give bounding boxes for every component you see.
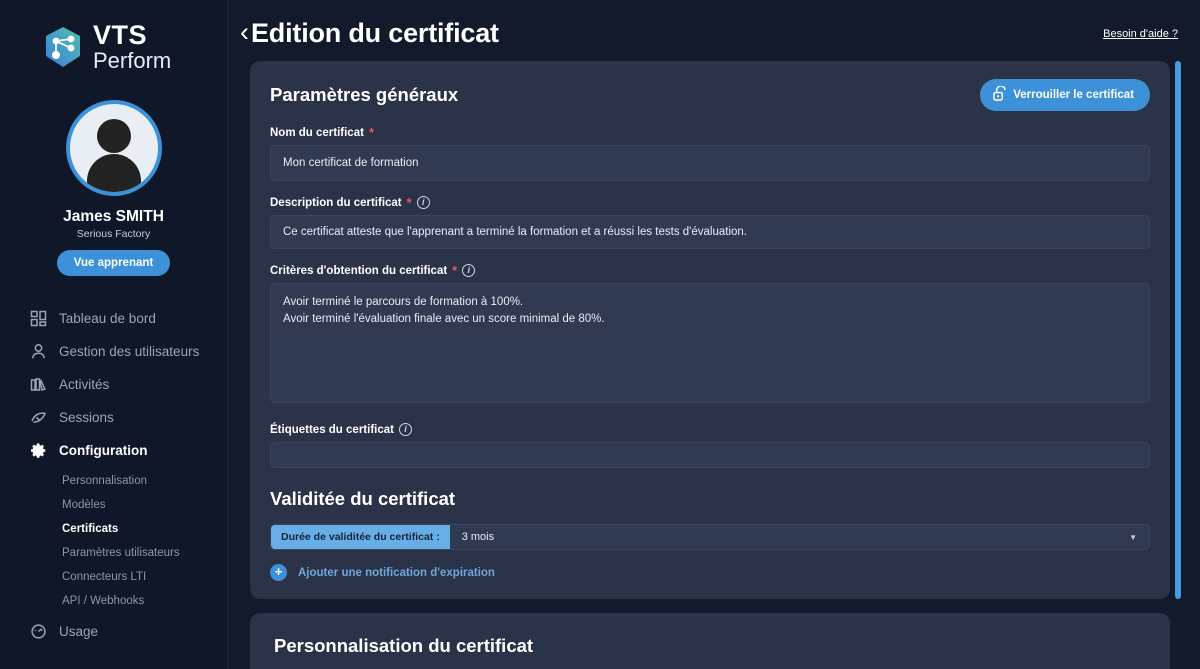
sidebar-item-sessions[interactable]: Sessions	[0, 401, 227, 434]
learner-view-button[interactable]: Vue apprenant	[56, 250, 171, 276]
certificate-tags-label: Étiquettes du certificat i	[270, 423, 1150, 436]
lock-certificate-button[interactable]: Verrouiller le certificat	[980, 79, 1150, 111]
sidebar-item-configuration[interactable]: Configuration	[0, 434, 227, 467]
info-circle-icon[interactable]: i	[416, 196, 430, 209]
plus-circle-icon: +	[270, 564, 287, 581]
label-text: Nom du certificat	[270, 126, 364, 139]
certificate-name-field: Nom du certificat *	[270, 126, 1150, 181]
avatar-body-shape	[86, 154, 141, 192]
sidebar-item-label: Gestion des utilisateurs	[59, 344, 200, 359]
add-expiration-notification-label: Ajouter une notification d'expiration	[298, 566, 495, 579]
certificate-criteria-label: Critères d'obtention du certificat * i	[270, 264, 1150, 277]
vts-hexagon-nodes-logo-icon	[42, 25, 84, 69]
certificate-name-input[interactable]	[270, 145, 1150, 181]
certificate-tags-input[interactable]	[270, 442, 1150, 468]
card-scrollbar[interactable]	[1175, 61, 1181, 599]
user-organization: Serious Factory	[76, 228, 151, 240]
user-icon	[30, 343, 47, 360]
required-asterisk: *	[452, 263, 458, 278]
sidebar-item-label: Activités	[59, 377, 110, 392]
sidebar-subitem-api-webhooks[interactable]: API / Webhooks	[0, 589, 227, 613]
sessions-icon	[30, 409, 47, 426]
user-avatar-icon[interactable]	[65, 100, 162, 196]
sidebar-item-gestion-des-utilisateurs[interactable]: Gestion des utilisateurs	[0, 335, 227, 368]
certificate-description-field: Description du certificat * i	[270, 196, 1150, 249]
customization-card: Personnalisation du certificat ↶ ↷	[250, 613, 1170, 669]
sidebar-subitem-personnalisation[interactable]: Personnalisation	[0, 469, 227, 493]
speedometer-icon	[30, 623, 47, 640]
certificate-criteria-textarea[interactable]: Avoir terminé le parcours de formation à…	[270, 283, 1150, 403]
required-asterisk: *	[368, 125, 374, 140]
learner-view-container: Vue apprenant	[0, 250, 227, 276]
label-text: Critères d'obtention du certificat	[270, 264, 448, 277]
sidebar-item-label: Sessions	[59, 410, 114, 425]
sidebar-item-activites[interactable]: Activités	[0, 368, 227, 401]
main-content: ‹ Edition du certificat Besoin d'aide ? …	[228, 0, 1200, 669]
brand-logo[interactable]: VTS Perform	[0, 0, 227, 72]
books-icon	[30, 376, 47, 393]
label-text: Description du certificat	[270, 196, 402, 209]
avatar-container	[0, 100, 227, 196]
validity-duration-value: 3 mois	[461, 531, 495, 543]
sidebar-item-label: Configuration	[59, 443, 148, 458]
sidebar: VTS Perform James SMITH Serious Factory …	[0, 0, 228, 669]
sidebar-item-usage[interactable]: Usage	[0, 615, 227, 648]
validity-duration-badge: Durée de validitée du certificat :	[271, 525, 450, 549]
sidebar-subitem-certificats[interactable]: Certificats	[0, 517, 227, 541]
general-parameters-card: Paramètres généraux Verrouiller le certi…	[250, 61, 1181, 599]
chevron-left-icon[interactable]: ‹	[240, 18, 249, 49]
app-root: VTS Perform James SMITH Serious Factory …	[0, 0, 1200, 669]
avatar-head-shape	[96, 119, 131, 153]
customization-title: Personnalisation du certificat	[274, 635, 534, 656]
brand-name-top: VTS	[93, 20, 148, 50]
certificate-description-input[interactable]	[270, 215, 1150, 249]
sidebar-nav: Tableau de bord Gestion des utilisateurs	[0, 302, 227, 648]
general-parameters-title: Paramètres généraux	[270, 84, 459, 105]
certificate-criteria-field: Critères d'obtention du certificat * i A…	[270, 264, 1150, 408]
page-title: Edition du certificat	[251, 18, 499, 48]
gear-icon	[30, 442, 47, 459]
validity-section-title: Validitée du certificat	[270, 488, 456, 509]
label-text: Étiquettes du certificat	[270, 423, 394, 436]
sidebar-subitem-connecteurs-lti[interactable]: Connecteurs LTI	[0, 565, 227, 589]
title-row: ‹ Edition du certificat	[240, 18, 499, 49]
sidebar-item-tableau-de-bord[interactable]: Tableau de bord	[0, 302, 227, 335]
required-asterisk: *	[406, 195, 412, 210]
open-padlock-icon	[993, 85, 1006, 104]
page-header: ‹ Edition du certificat Besoin d'aide ?	[228, 0, 1200, 49]
add-expiration-notification-button[interactable]: + Ajouter une notification d'expiration	[270, 564, 1150, 581]
help-link[interactable]: Besoin d'aide ?	[1103, 28, 1178, 40]
brand-name-bottom: Perform	[93, 48, 172, 73]
sidebar-subnav-configuration: Personnalisation Modèles Certificats Par…	[0, 467, 227, 615]
dashboard-grid-icon	[30, 310, 47, 327]
brand-wordmark: VTS Perform	[93, 22, 171, 72]
lock-certificate-label: Verrouiller le certificat	[1013, 89, 1134, 101]
certificate-description-label: Description du certificat * i	[270, 196, 1150, 209]
certificate-tags-field: Étiquettes du certificat i	[270, 423, 1150, 468]
sidebar-subitem-parametres-utilisateurs[interactable]: Paramètres utilisateurs	[0, 541, 227, 565]
validity-duration-select[interactable]: Durée de validitée du certificat : 3 moi…	[270, 524, 1150, 550]
sidebar-item-label: Usage	[59, 624, 99, 639]
sidebar-item-label: Tableau de bord	[59, 311, 156, 326]
chevron-down-icon[interactable]: ▼	[1129, 525, 1149, 549]
certificate-name-label: Nom du certificat *	[270, 126, 1150, 139]
user-name: James SMITH	[63, 208, 164, 225]
info-circle-icon[interactable]: i	[462, 264, 476, 277]
sidebar-subitem-modeles[interactable]: Modèles	[0, 493, 227, 517]
info-circle-icon[interactable]: i	[398, 423, 412, 436]
general-parameters-header: Paramètres généraux Verrouiller le certi…	[270, 79, 1150, 111]
